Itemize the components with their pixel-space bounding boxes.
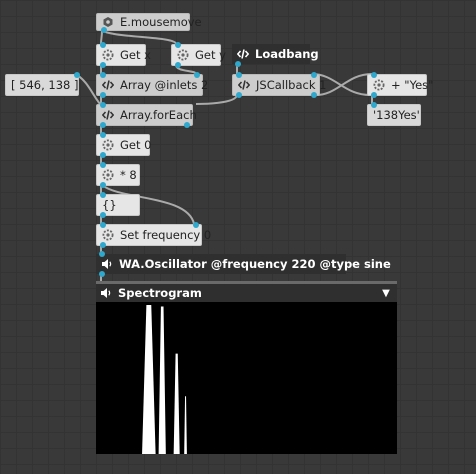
outlet-port[interactable] (100, 182, 106, 188)
speaker-icon (101, 258, 113, 270)
inlet-port[interactable] (371, 72, 377, 78)
outlet-port[interactable] (100, 152, 106, 158)
spectrogram-peak-2 (158, 306, 166, 454)
node-label: Get x (120, 48, 151, 62)
inlet-port[interactable] (236, 72, 242, 78)
node-label: JSCallback 1 (256, 78, 327, 92)
node-multiply-8[interactable]: * 8 (96, 162, 140, 188)
gear-icon (373, 79, 385, 91)
node-label: * 8 (120, 168, 137, 182)
node-label: E.mousemove (120, 15, 202, 29)
value-display: [ 546, 138 ] (11, 78, 79, 92)
gear-icon (102, 169, 114, 181)
gear-icon (102, 49, 114, 61)
inlet-port[interactable] (100, 102, 106, 108)
spectrogram-header[interactable]: Spectrogram ▼ (96, 281, 397, 302)
value-display: '138Yes' (373, 108, 420, 122)
gear-icon (102, 229, 114, 241)
node-plus-yes[interactable]: + "Yes" (367, 72, 433, 98)
node-array-inlets[interactable]: Array @inlets 2 (96, 72, 208, 98)
code-icon (237, 48, 249, 60)
inlet-port[interactable] (100, 132, 106, 138)
outlet-port[interactable] (101, 27, 107, 33)
node-label: + "Yes" (391, 78, 434, 92)
node-set-frequency[interactable]: Set frequency 0 (96, 222, 211, 248)
node-get-0[interactable]: Get 0 (96, 132, 152, 158)
code-icon (238, 79, 250, 91)
inlet-port[interactable] (100, 192, 106, 198)
code-icon (102, 109, 114, 121)
node-value-138yes[interactable]: '138Yes' (367, 102, 421, 126)
node-label: {} (102, 198, 117, 212)
node-value-array[interactable]: [ 546, 138 ] (5, 72, 80, 96)
wire-jscallback-foreach (195, 94, 238, 105)
node-label: Array @inlets 2 (120, 78, 209, 92)
spectrogram-peak-4 (184, 396, 187, 454)
inlet-port[interactable] (99, 251, 105, 257)
outlet-port[interactable] (236, 92, 242, 98)
outlet-port[interactable] (100, 242, 106, 248)
inlet-port[interactable] (100, 162, 106, 168)
outlet-port[interactable] (99, 271, 105, 277)
inlet-port[interactable] (311, 72, 317, 78)
node-label: Get y (195, 48, 226, 62)
inlet-port[interactable] (193, 222, 199, 228)
outlet-port[interactable] (100, 212, 106, 218)
inlet-port[interactable] (100, 42, 106, 48)
spectrogram-plot (96, 302, 397, 454)
inlet-port[interactable] (74, 72, 80, 78)
node-label: Get 0 (120, 138, 152, 152)
node-label: WA.Oscillator @frequency 220 @type sine (119, 257, 391, 271)
outlet-port[interactable] (311, 92, 317, 98)
gear-icon (177, 49, 189, 61)
speaker-icon (100, 287, 112, 299)
gear-icon (102, 139, 114, 151)
node-get-y[interactable]: Get y (171, 42, 226, 68)
spectrogram-peak-1 (142, 305, 156, 454)
outlet-port[interactable] (184, 122, 190, 128)
node-jscallback[interactable]: JSCallback 1 (232, 72, 326, 98)
code-icon (102, 79, 114, 91)
inlet-port[interactable] (194, 72, 200, 78)
node-e-mousemove[interactable]: E.mousemove (96, 13, 202, 33)
outlet-port[interactable] (371, 92, 377, 98)
node-wa-oscillator[interactable]: WA.Oscillator @frequency 220 @type sine (96, 251, 391, 277)
outlet-port[interactable] (235, 61, 241, 67)
node-label: Set frequency 0 (120, 228, 212, 242)
node-loadbang[interactable]: Loadbang (232, 44, 319, 67)
node-label: Array.forEach (120, 108, 197, 122)
node-empty-object[interactable]: {} (96, 192, 140, 218)
node-array-foreach[interactable]: Array.forEach (96, 102, 197, 128)
outlet-port[interactable] (100, 122, 106, 128)
inlet-port[interactable] (100, 222, 106, 228)
outlet-port[interactable] (100, 62, 106, 68)
inlet-port[interactable] (175, 42, 181, 48)
wire-mousemove-get-y (101, 29, 177, 45)
node-label: Loadbang (255, 47, 319, 61)
spectrogram-node[interactable]: Spectrogram ▼ (96, 281, 397, 454)
spectrogram-peak-3 (173, 353, 180, 454)
spectrogram-title: Spectrogram (118, 286, 202, 300)
spectrogram-top-strip (96, 281, 397, 284)
outlet-port[interactable] (175, 62, 181, 68)
dropdown-arrow-icon[interactable]: ▼ (381, 288, 391, 299)
inlet-port[interactable] (100, 72, 106, 78)
outlet-port[interactable] (100, 92, 106, 98)
inlet-port[interactable] (371, 102, 377, 108)
node-get-x[interactable]: Get x (96, 42, 151, 68)
